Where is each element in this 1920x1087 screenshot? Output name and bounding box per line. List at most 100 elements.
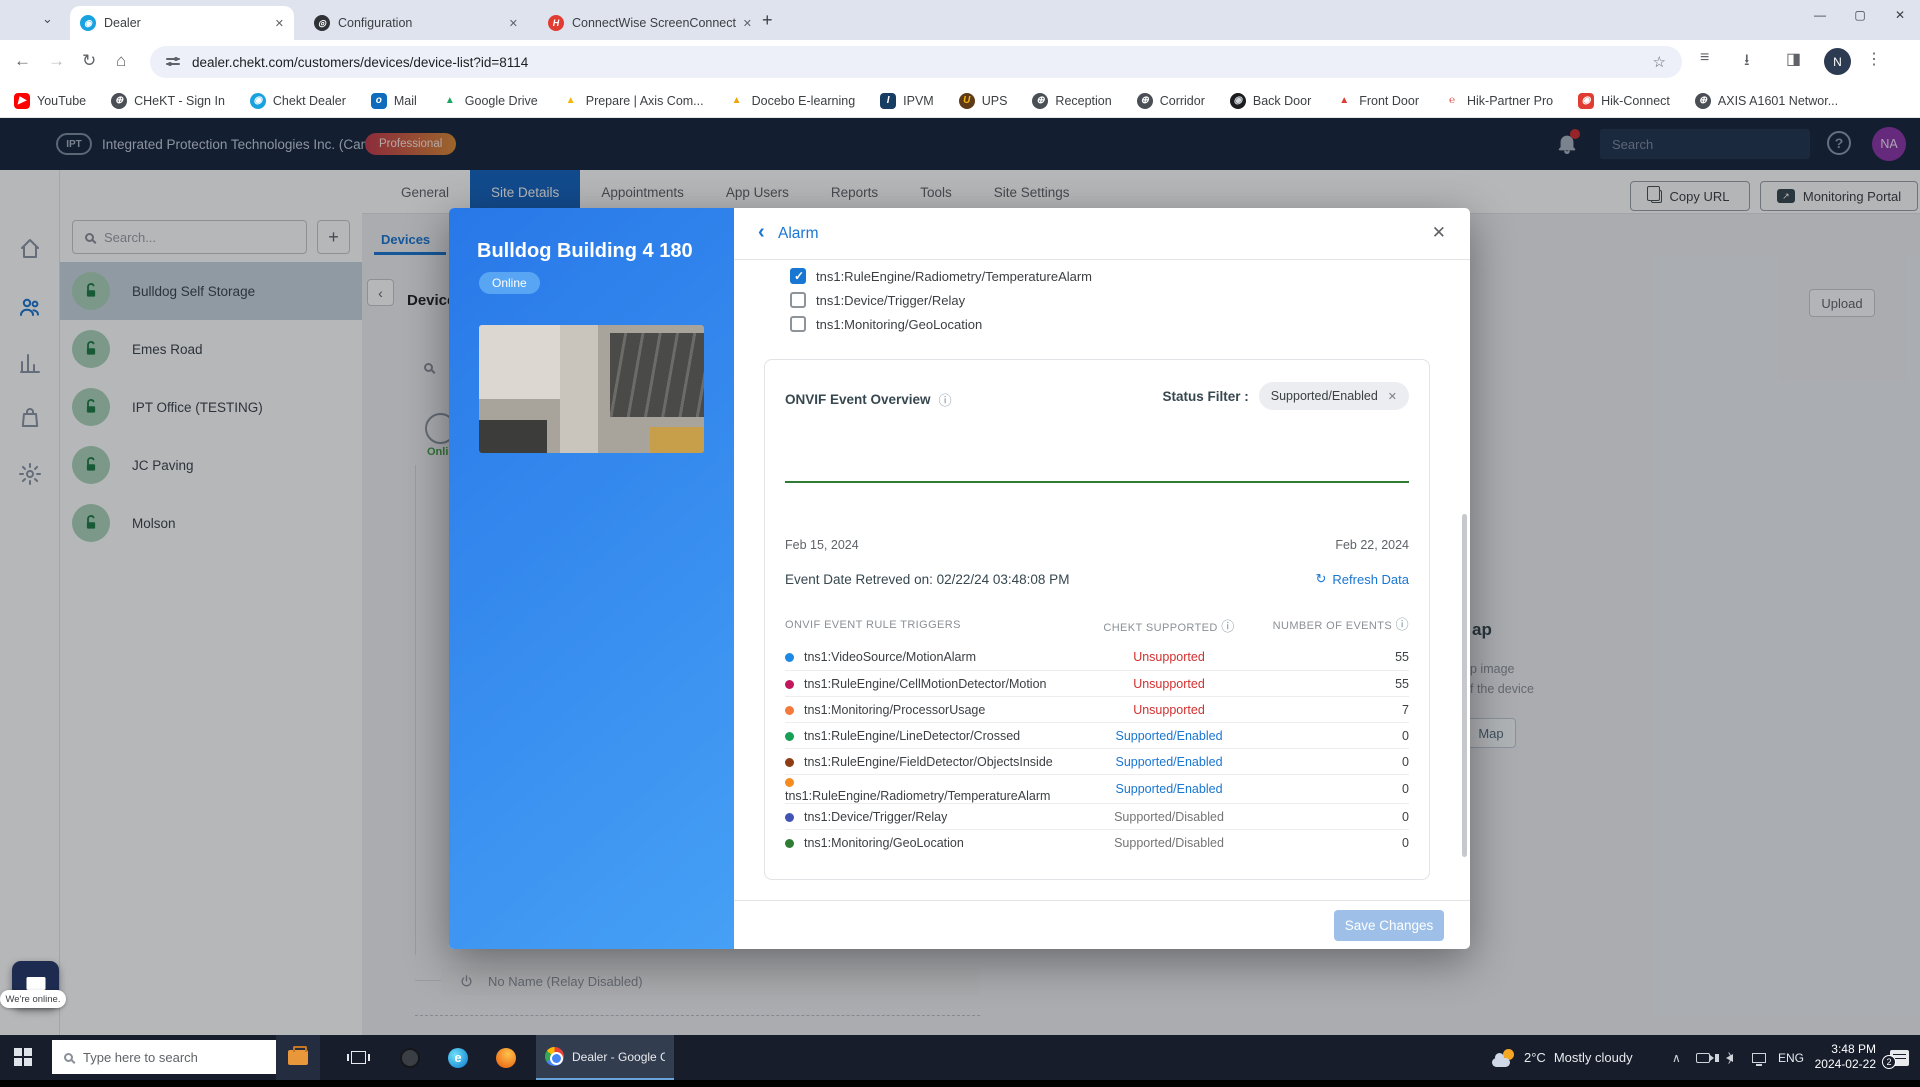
table-row[interactable]: tns1:RuleEngine/Radiometry/TemperatureAl… [785, 774, 1409, 803]
side-panel-icon[interactable]: ◨ [1786, 49, 1801, 69]
table-row[interactable]: tns1:RuleEngine/LineDetector/Crossed Sup… [785, 722, 1409, 748]
taskbar-app-dark-icon[interactable] [388, 1035, 432, 1080]
window-close-icon[interactable]: ✕ [1880, 0, 1920, 30]
col-triggers: ONVIF EVENT RULE TRIGGERS [785, 619, 961, 631]
bookmark-item[interactable]: ⊕ Corridor [1136, 92, 1205, 109]
browser-tabs: ◉ Dealer ✕ ◎ Configuration ✕ H ConnectWi… [70, 6, 762, 40]
checkbox-label: tns1:Monitoring/GeoLocation [816, 316, 983, 332]
refresh-data-button[interactable]: ↻ Refresh Data [1316, 571, 1410, 587]
info-icon[interactable]: ⓘ [1221, 619, 1234, 634]
table-row[interactable]: tns1:Monitoring/GeoLocation Supported/Di… [785, 829, 1409, 855]
tab-close-icon[interactable]: ✕ [743, 17, 752, 30]
bookmark-item[interactable]: ▲ Prepare | Axis Com... [563, 93, 704, 109]
bookmark-item[interactable]: ◉ Hik-Connect [1578, 92, 1670, 109]
event-checkbox-row: tns1:Monitoring/GeoLocation [790, 312, 1092, 336]
table-row[interactable]: tns1:Monitoring/ProcessorUsage Unsupport… [785, 696, 1409, 722]
omnibox[interactable]: dealer.chekt.com/customers/devices/devic… [150, 46, 1682, 78]
meet-now-icon[interactable] [1696, 1035, 1714, 1080]
taskbar-app-briefcase-icon[interactable] [276, 1035, 320, 1080]
bookmark-item[interactable]: o Mail [370, 92, 417, 109]
browser-menu-icon[interactable]: ⋮ [1866, 49, 1882, 69]
bookmark-favicon: ▲ [731, 95, 742, 106]
checkbox[interactable] [790, 292, 806, 308]
window-minimize-icon[interactable]: — [1800, 0, 1840, 30]
overview-title: ONVIF Event Overview ⓘ [785, 390, 952, 409]
bookmark-item[interactable]: I IPVM [880, 92, 934, 109]
bookmark-item[interactable]: ℮ Hik-Partner Pro [1444, 93, 1553, 109]
new-tab-button[interactable]: + [762, 10, 773, 31]
weather-widget[interactable]: 2°C Mostly cloudy [1492, 1035, 1633, 1080]
bookmark-item[interactable]: ▶ YouTube [14, 92, 87, 109]
bookmark-item[interactable]: ▲ Google Drive [442, 93, 538, 109]
tab-close-icon[interactable]: ✕ [509, 17, 518, 30]
modal-scrollbar[interactable] [1462, 514, 1467, 857]
bookmark-label: Chekt Dealer [272, 93, 346, 108]
event-count: 0 [1402, 835, 1409, 850]
online-status-badge: Online [479, 272, 540, 294]
firefox-icon[interactable] [484, 1035, 528, 1080]
support-status: Unsupported [1133, 676, 1205, 691]
modal-content: ‹ Alarm ✕ tns1:RuleEngine/Radiometry/Tem… [734, 208, 1470, 949]
browser-tab[interactable]: ◉ Dealer ✕ [70, 6, 294, 40]
trigger-name: tns1:Monitoring/ProcessorUsage [785, 703, 1069, 717]
bookmark-label: YouTube [37, 93, 87, 108]
trigger-name: tns1:RuleEngine/CellMotionDetector/Motio… [785, 677, 1069, 691]
action-center-icon[interactable]: 2 [1882, 1035, 1909, 1080]
language-indicator[interactable]: ENG [1778, 1035, 1804, 1080]
status-filter-chip[interactable]: Supported/Enabled ✕ [1258, 382, 1409, 410]
browser-tab[interactable]: H ConnectWise ScreenConnect R... ✕ [538, 6, 762, 40]
bookmark-item[interactable]: ▲ Front Door [1336, 93, 1419, 109]
active-app-button[interactable]: Dealer - Google Ch... [536, 1035, 674, 1080]
bookmark-star-icon[interactable]: ☆ [1653, 53, 1666, 71]
bookmark-item[interactable]: ▲ Docebo E-learning [729, 93, 856, 109]
save-changes-button[interactable]: Save Changes [1334, 910, 1444, 941]
volume-icon[interactable] [1715, 1035, 1733, 1080]
series-color-dot [785, 838, 794, 848]
task-view-icon[interactable] [336, 1035, 380, 1080]
clock[interactable]: 3:48 PM 2024-02-22 [1812, 1042, 1876, 1087]
reading-list-icon[interactable]: ≡ [1700, 49, 1709, 67]
site-settings-icon[interactable] [166, 57, 180, 67]
tab-title: ConnectWise ScreenConnect R... [572, 16, 737, 30]
table-row[interactable]: tns1:RuleEngine/CellMotionDetector/Motio… [785, 670, 1409, 696]
event-checkbox-row: tns1:RuleEngine/Radiometry/TemperatureAl… [790, 264, 1092, 288]
camera-thumbnail[interactable] [479, 325, 704, 453]
tab-search-icon[interactable]: ⌄ [42, 11, 53, 27]
bookmark-item[interactable]: U UPS [958, 92, 1007, 109]
forward-icon[interactable]: → [48, 51, 65, 71]
taskbar-search-input[interactable]: Type here to search [52, 1040, 276, 1074]
tray-expand-icon[interactable]: ∧ [1672, 1035, 1681, 1080]
home-icon[interactable]: ⌂ [116, 51, 126, 71]
bookmark-item[interactable]: ◉ Chekt Dealer [249, 92, 346, 109]
bookmark-item[interactable]: ⊕ AXIS A1601 Networ... [1694, 92, 1838, 109]
trigger-name: tns1:RuleEngine/FieldDetector/ObjectsIns… [785, 755, 1069, 769]
browser-tab[interactable]: ◎ Configuration ✕ [304, 6, 528, 40]
bookmark-item[interactable]: ⊕ Reception [1032, 92, 1112, 109]
network-icon[interactable] [1752, 1035, 1766, 1080]
table-row[interactable]: tns1:Device/Trigger/Relay Supported/Disa… [785, 803, 1409, 829]
retrieved-label: Event Date Retreved on: 02/22/24 03:48:0… [785, 572, 1070, 587]
checkbox[interactable] [790, 316, 806, 332]
support-status: Supported/Enabled [1115, 728, 1223, 743]
browser-profile-avatar[interactable]: N [1824, 48, 1851, 75]
table-row[interactable]: tns1:VideoSource/MotionAlarm Unsupported… [785, 644, 1409, 670]
back-icon[interactable]: ← [14, 51, 31, 71]
back-chevron-icon[interactable]: ‹ [758, 221, 765, 244]
chart-date-axis: Feb 15, 2024 Feb 22, 2024 [785, 538, 1409, 552]
close-icon[interactable]: ✕ [1432, 223, 1446, 243]
bookmark-item[interactable]: ◉ Back Door [1229, 92, 1311, 109]
tab-close-icon[interactable]: ✕ [275, 17, 284, 30]
table-row[interactable]: tns1:RuleEngine/FieldDetector/ObjectsIns… [785, 748, 1409, 774]
checkbox[interactable] [790, 268, 806, 284]
edge-icon[interactable]: e [436, 1035, 480, 1080]
bookmark-item[interactable]: ⊕ CHeKT - Sign In [111, 92, 225, 109]
info-icon[interactable]: ⓘ [939, 390, 952, 409]
info-icon[interactable]: ⓘ [1396, 617, 1409, 632]
start-button-icon[interactable] [14, 1048, 32, 1066]
modal-header: ‹ Alarm ✕ [734, 208, 1470, 260]
reload-icon[interactable]: ↻ [82, 51, 96, 71]
window-maximize-icon[interactable]: ▢ [1840, 0, 1880, 30]
chip-remove-icon[interactable]: ✕ [1388, 390, 1397, 403]
download-icon[interactable]: ⭳ [1744, 49, 1750, 76]
event-count: 55 [1395, 676, 1409, 691]
